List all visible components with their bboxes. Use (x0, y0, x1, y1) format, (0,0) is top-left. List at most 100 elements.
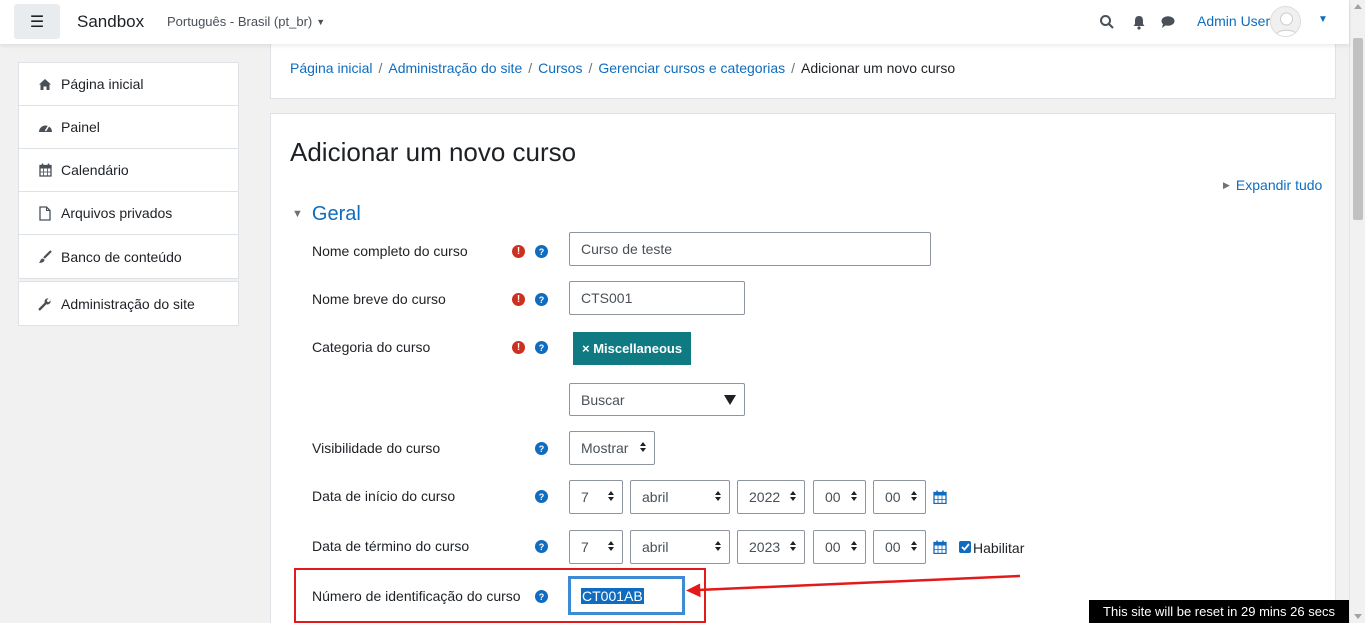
help-icon[interactable]: ? (535, 245, 548, 258)
sidebar-item-label: Banco de conteúdo (61, 248, 182, 265)
sidebar-item-private-files[interactable]: Arquivos privados (19, 192, 238, 235)
page-title: Adicionar um novo curso (290, 137, 577, 167)
sidebar-item-label: Página inicial (61, 76, 144, 92)
page-scrollbar[interactable] (1349, 0, 1365, 623)
shortname-label: Nome breve do curso (312, 291, 446, 307)
help-icon[interactable]: ? (535, 341, 548, 354)
home-icon (37, 76, 53, 92)
select-arrows-icon (790, 541, 796, 551)
enddate-day-select[interactable]: 7 (569, 530, 623, 564)
required-icon: ! (512, 293, 525, 306)
sidebar-item-site-admin[interactable]: Administração do site (19, 282, 238, 325)
help-icon[interactable]: ? (535, 293, 548, 306)
idnumber-label: Número de identificação do curso (312, 588, 521, 604)
select-arrows-icon (851, 541, 857, 551)
help-icon[interactable]: ? (535, 540, 548, 553)
enddate-year-select[interactable]: 2023 (737, 530, 805, 564)
startdate-month-value: abril (642, 489, 669, 505)
enddate-month-select[interactable]: abril (630, 530, 730, 564)
startdate-day-select[interactable]: 7 (569, 480, 623, 514)
sidebar-item-label: Arquivos privados (61, 205, 173, 221)
select-arrows-icon (715, 491, 721, 501)
breadcrumb-link-home[interactable]: Página inicial (290, 60, 373, 76)
site-name[interactable]: Sandbox (77, 12, 144, 32)
calendar-icon[interactable] (933, 490, 947, 504)
file-icon (37, 205, 53, 221)
help-icon[interactable]: ? (535, 442, 548, 455)
caret-right-icon: ▶ (1223, 180, 1230, 190)
sidebar-item-label: Administração do site (61, 295, 195, 312)
select-arrows-icon (851, 491, 857, 501)
select-arrows-icon (790, 491, 796, 501)
enddate-enable-label[interactable]: Habilitar (973, 540, 1024, 556)
section-title: Geral (311, 203, 361, 225)
chat-icon[interactable] (1160, 14, 1176, 30)
select-arrows-icon (608, 541, 614, 551)
category-search-select[interactable]: Buscar (569, 383, 745, 416)
select-arrows-icon (911, 541, 917, 551)
enddate-minute-value: 00 (885, 539, 901, 555)
startdate-year-select[interactable]: 2022 (737, 480, 805, 514)
expand-all-label: Expandir tudo (1235, 177, 1323, 193)
sidebar-item-content-bank[interactable]: Banco de conteúdo (19, 235, 238, 278)
calendar-icon (37, 162, 53, 178)
enddate-label: Data de término do curso (312, 538, 470, 554)
sidebar-item-home[interactable]: Página inicial (19, 63, 238, 106)
search-icon[interactable] (1099, 14, 1115, 30)
user-name[interactable]: Admin User (1197, 13, 1270, 29)
scrollbar-thumb[interactable] (1353, 38, 1363, 220)
user-avatar[interactable] (1270, 6, 1301, 37)
enddate-year-value: 2023 (749, 539, 781, 555)
help-icon[interactable]: ? (535, 590, 548, 603)
user-menu-caret-icon[interactable]: ▼ (1318, 14, 1328, 25)
help-icon[interactable]: ? (535, 490, 548, 503)
startdate-hour-select[interactable]: 00 (813, 480, 866, 514)
breadcrumb-link-manage-courses[interactable]: Gerenciar cursos e categorias (598, 60, 785, 76)
enddate-minute-select[interactable]: 00 (873, 530, 926, 564)
select-arrows-icon (911, 491, 917, 501)
select-arrows-icon (715, 541, 721, 551)
language-menu[interactable]: Português - Brasil (pt_br) ▼ (167, 14, 325, 29)
enddate-hour-select[interactable]: 00 (813, 530, 866, 564)
startdate-hour-value: 00 (825, 489, 841, 505)
dashboard-icon (37, 119, 53, 135)
expand-all-link[interactable]: ▶ Expandir tudo (1223, 177, 1322, 193)
startdate-minute-select[interactable]: 00 (873, 480, 926, 514)
calendar-icon[interactable] (933, 540, 947, 554)
brush-icon (37, 249, 53, 265)
section-toggle-general[interactable]: ▼ Geral (292, 203, 361, 226)
breadcrumb-separator: / (588, 60, 593, 76)
required-icon: ! (512, 245, 525, 258)
annotation-arrow (686, 574, 1021, 598)
scroll-down-icon[interactable] (1354, 614, 1362, 619)
startdate-minute-value: 00 (885, 489, 901, 505)
site-reset-notice: This site will be reset in 29 mins 26 se… (1089, 600, 1349, 623)
fullname-input[interactable]: Curso de teste (569, 232, 931, 266)
nav-group-admin: Administração do site (18, 281, 239, 326)
startdate-year-value: 2022 (749, 489, 781, 505)
enddate-enable-checkbox[interactable] (959, 541, 971, 553)
scroll-up-icon[interactable] (1354, 4, 1362, 9)
top-navbar: ☰ Sandbox Português - Brasil (pt_br) ▼ Ad… (0, 0, 1349, 44)
category-badge[interactable]: × Miscellaneous (573, 332, 692, 365)
sidebar-item-label: Painel (61, 119, 100, 135)
checkmark-icon (960, 543, 970, 551)
breadcrumb-link-site-admin[interactable]: Administração do site (388, 60, 522, 76)
idnumber-input[interactable]: CT001AB (568, 576, 685, 615)
main-content-card: Adicionar um novo curso ▶ Expandir tudo ▼… (270, 113, 1336, 623)
wrench-icon (37, 296, 53, 312)
startdate-label: Data de início do curso (312, 488, 456, 504)
visibility-select[interactable]: Mostrar (569, 431, 655, 465)
enddate-month-value: abril (642, 539, 669, 555)
sidebar-item-calendar[interactable]: Calendário (19, 149, 238, 192)
visibility-value: Mostrar (581, 440, 629, 456)
drawer-toggle-button[interactable]: ☰ (14, 4, 60, 39)
shortname-input[interactable]: CTS001 (569, 281, 745, 315)
sidebar-item-dashboard[interactable]: Painel (19, 106, 238, 149)
caret-down-icon: ▼ (316, 17, 326, 27)
visibility-label: Visibilidade do curso (312, 440, 441, 456)
bell-icon[interactable] (1131, 14, 1147, 30)
caret-down-icon: ▼ (292, 208, 303, 220)
breadcrumb-link-courses[interactable]: Cursos (538, 60, 582, 76)
startdate-month-select[interactable]: abril (630, 480, 730, 514)
